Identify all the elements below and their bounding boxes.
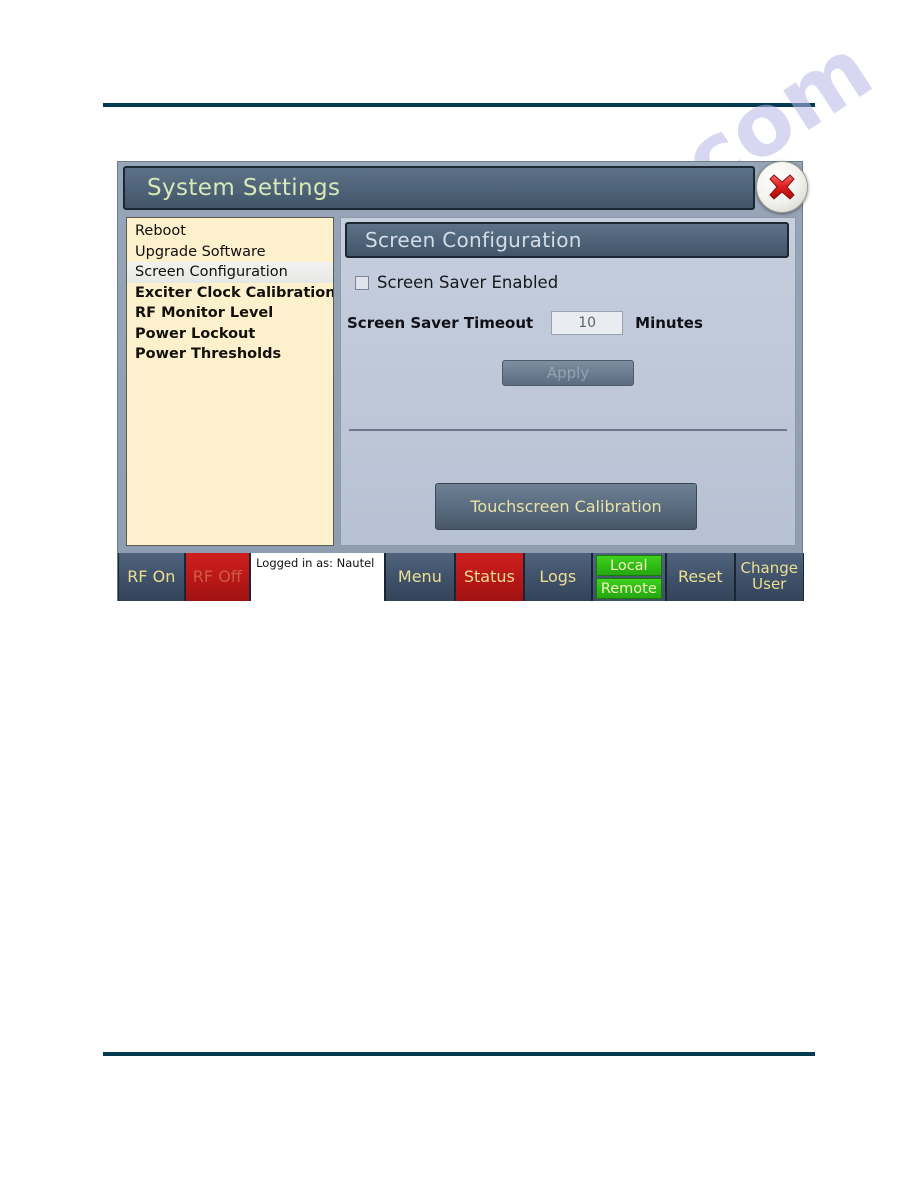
sidebar-item-label: Power Thresholds xyxy=(135,346,282,362)
screen-configuration-panel: Screen Configuration Screen Saver Enable… xyxy=(340,217,796,546)
sidebar-item-label: RF Monitor Level xyxy=(135,305,274,321)
sidebar-item-label: Screen Configuration xyxy=(135,264,288,280)
apply-button[interactable]: Apply xyxy=(502,360,634,386)
window-titlebar: System Settings xyxy=(123,166,755,210)
sidebar-item-reboot[interactable]: Reboot xyxy=(127,221,333,242)
screen-saver-timeout-row: Screen Saver Timeout Minutes xyxy=(347,311,703,335)
menu-button[interactable]: Menu xyxy=(385,553,455,601)
page-footer-rule xyxy=(103,1052,815,1056)
panel-title: Screen Configuration xyxy=(365,228,582,252)
page-header-rule xyxy=(103,103,815,107)
sidebar-item-label: Upgrade Software xyxy=(135,243,266,260)
sidebar-item-power-lockout[interactable]: Power Lockout xyxy=(127,324,333,345)
sidebar-item-label: Reboot xyxy=(135,223,186,239)
settings-sidebar[interactable]: Reboot Upgrade Software Screen Configura… xyxy=(126,217,334,546)
local-remote-toggle[interactable]: Local Remote xyxy=(591,553,667,601)
reset-button[interactable]: Reset xyxy=(666,553,735,601)
panel-header: Screen Configuration xyxy=(345,222,789,258)
sidebar-item-rf-monitor-level[interactable]: RF Monitor Level xyxy=(127,303,333,324)
change-user-button[interactable]: Change User xyxy=(734,553,804,601)
screen-saver-enabled-checkbox[interactable] xyxy=(355,275,369,290)
sidebar-item-label: Power Lockout xyxy=(135,325,256,342)
sidebar-item-label: Exciter Clock Calibration xyxy=(135,284,334,301)
sidebar-item-screen-configuration[interactable]: Screen Configuration xyxy=(127,262,333,283)
login-status: Logged in as: Nautel xyxy=(250,553,386,601)
logs-button[interactable]: Logs xyxy=(524,553,592,601)
panel-separator xyxy=(349,429,787,431)
rf-off-button[interactable]: RF Off xyxy=(184,553,251,601)
sidebar-item-upgrade-software[interactable]: Upgrade Software xyxy=(127,242,333,263)
close-x-icon xyxy=(769,174,795,200)
local-button[interactable]: Local xyxy=(595,555,663,576)
page-title: System Settings xyxy=(147,175,341,201)
sidebar-item-exciter-clock-calibration[interactable]: Exciter Clock Calibration xyxy=(127,283,333,304)
remote-button[interactable]: Remote xyxy=(595,578,663,599)
system-settings-window: System Settings Reboot Upgrade Software xyxy=(117,161,808,601)
rf-on-button[interactable]: RF On xyxy=(118,553,185,601)
bottom-toolbar: RF On RF Off Logged in as: Nautel Menu S… xyxy=(118,553,804,601)
sidebar-item-power-thresholds[interactable]: Power Thresholds xyxy=(127,344,333,365)
screen-saver-timeout-units: Minutes xyxy=(635,314,703,332)
screen-saver-enabled-label: Screen Saver Enabled xyxy=(377,273,559,292)
screen-saver-timeout-label: Screen Saver Timeout xyxy=(347,314,534,332)
close-button[interactable] xyxy=(756,161,808,213)
change-user-line2: User xyxy=(752,575,787,593)
screen-saver-enabled-row[interactable]: Screen Saver Enabled xyxy=(355,273,558,292)
touchscreen-calibration-button[interactable]: Touchscreen Calibration xyxy=(435,483,697,530)
window-titlebar-row: System Settings xyxy=(118,161,808,220)
screen-saver-timeout-input[interactable] xyxy=(551,311,624,335)
status-button[interactable]: Status xyxy=(454,553,525,601)
